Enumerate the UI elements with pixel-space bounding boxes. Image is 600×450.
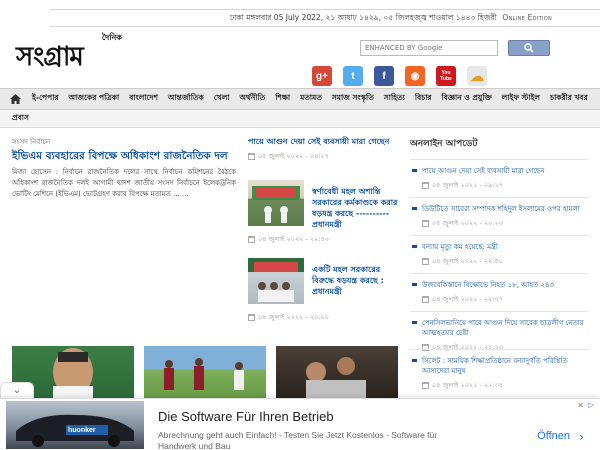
update-headline[interactable]: বন্যায় মৃত্যু কম হয়েছে: মন্ত্রী: [422, 242, 588, 252]
twitter-icon[interactable]: t: [343, 66, 363, 86]
ad-banner[interactable]: huonker Die Software Für Ihren Betrieb A…: [0, 398, 600, 450]
logo-main-text: সংগ্রাম: [16, 42, 84, 72]
story-thumbnail[interactable]: [248, 180, 304, 226]
update-headline[interactable]: ডিউটিতে সাবেরা সম্পাদক শহিদুল ইসলামের ওপ…: [422, 204, 588, 214]
nav-item[interactable]: খেলা: [214, 93, 230, 105]
bullet-icon: [412, 359, 417, 362]
current-date: ঢাকা মঙ্গলবার 05 July 2022, ২১ আষাঢ় ১৪২…: [230, 13, 497, 22]
nav-item[interactable]: শিক্ষা: [275, 93, 290, 105]
search-input[interactable]: [360, 40, 498, 56]
close-icon[interactable]: ✕: [577, 401, 584, 410]
update-date: ০৫ জুলাই ২০২২ - ২০:২৩: [422, 218, 588, 229]
site-search: [360, 40, 550, 56]
ad-open-button[interactable]: Öffnen: [537, 430, 570, 442]
mid-story: একটি মহল সরকারের বিরুদ্ধে ষড়যন্ত্র করছে…: [248, 258, 398, 328]
mid-top-headline[interactable]: পায়ে আগুন দেয়া সেই ব্যবসায়ী মারা গেছে…: [248, 136, 398, 147]
nav-item-probash[interactable]: প্রবাস: [12, 113, 29, 125]
calendar-icon: [422, 258, 429, 265]
social-icons: g+ t f ◉ You Tube ☁: [312, 66, 487, 86]
weather-icon[interactable]: ☁: [467, 66, 487, 86]
site-logo[interactable]: সংগ্রাম দৈনিক: [16, 32, 126, 72]
secondary-nav: প্রবাস: [0, 110, 600, 128]
lead-story: সংসদ নির্বাচন ইভিএম ব্যবহারের বিপক্ষে অধ…: [12, 136, 236, 200]
calendar-icon: [422, 382, 429, 389]
google-plus-icon[interactable]: g+: [312, 66, 332, 86]
ad-description: Abrechnung geht auch Einfach! - Testen S…: [158, 430, 438, 450]
chevron-right-icon[interactable]: ›: [579, 430, 584, 444]
logo-small-text: দৈনিক: [101, 33, 122, 42]
update-headline[interactable]: পেনসিলভানিয়ে পারে আগুন দিয়ে সাবেক ছাত্…: [422, 318, 588, 338]
update-date: ০৫ জুলাই ২০২২ - ০৯:২৭: [422, 180, 588, 191]
calendar-icon: [422, 296, 429, 303]
nav-item[interactable]: বিজ্ঞান ও প্রযুক্তি: [442, 93, 492, 105]
nav-item[interactable]: বিচার: [415, 93, 432, 105]
nav-item[interactable]: লাইফ স্টাইল: [502, 93, 540, 105]
search-icon: [524, 43, 534, 53]
update-date: ০৪ জুলাই ২০২২ - ২২:৩৪: [422, 380, 588, 391]
main-nav: ই-পেপার আজকের পত্রিকা বাংলাদেশ আন্তর্জাত…: [0, 88, 600, 110]
lead-headline[interactable]: ইভিএম ব্যবহারের বিপক্ষে অধিকাংশ রাজনৈতিক…: [12, 150, 236, 163]
ad-collapse-button[interactable]: ⌄: [0, 382, 34, 398]
online-edition-link[interactable]: Online Edition: [502, 13, 552, 22]
update-item: ডিউটিতে সাবেরা সম্পাদক শহিদুল ইসলামের ওপ…: [410, 197, 588, 235]
online-updates-heading: অনলাইন আপডেট: [410, 139, 478, 149]
nav-item[interactable]: ই-পেপার: [32, 93, 59, 105]
update-item: বন্যায় মৃত্যু কম হয়েছে: মন্ত্রী ০৪ জুলা…: [410, 235, 588, 273]
photo-strip: [12, 346, 398, 398]
bullet-icon: [412, 321, 417, 324]
calendar-icon: [422, 220, 429, 227]
photo-thumbnail[interactable]: [276, 346, 398, 398]
mid-story-date: ০৪ জুলাই ২০২২ - ২২:৪০: [248, 234, 329, 245]
chevron-down-icon: ⌄: [12, 385, 22, 396]
nav-item[interactable]: চাকরীর খবর: [550, 93, 588, 105]
nav-item[interactable]: সাহিত্য: [384, 93, 405, 105]
mid-story-headline[interactable]: একটি মহল সরকারের বিরুদ্ধে ষড়যন্ত্র করছে…: [312, 264, 402, 297]
story-thumbnail[interactable]: [248, 258, 304, 304]
mid-top-story: পায়ে আগুন দেয়া সেই ব্যবসায়ী মারা গেছে…: [248, 136, 398, 162]
nav-item[interactable]: অর্থনীতি: [239, 93, 265, 105]
ad-image[interactable]: huonker: [6, 401, 144, 449]
update-date: ০৪ জুলাই ২০২২ - ২২:৫০: [422, 256, 588, 267]
home-icon[interactable]: [10, 92, 24, 106]
nav-item[interactable]: মতামত: [300, 93, 322, 105]
date-bar: ঢাকা মঙ্গলবার 05 July 2022, ২১ আষাঢ় ১৪২…: [0, 0, 600, 32]
photo-thumbnail[interactable]: [144, 346, 266, 398]
calendar-icon: [248, 314, 255, 321]
mid-story-date: ০৪ জুলাই ২০২২ - ২০:২০: [248, 312, 329, 323]
facebook-icon[interactable]: f: [374, 66, 394, 86]
ad-title[interactable]: Die Software Für Ihren Betrieb: [158, 409, 334, 424]
nav-item[interactable]: আজকের পত্রিকা: [69, 93, 120, 105]
bullet-icon: [412, 169, 417, 172]
middle-column: পায়ে আগুন দেয়া সেই ব্যবসায়ী মারা গেছে…: [248, 136, 398, 321]
search-button[interactable]: [508, 40, 550, 56]
update-item: পায়ে আগুন দেয়া সেই ব্যবসায়ী মারা গেছে…: [410, 159, 588, 197]
rss-icon[interactable]: ◉: [405, 66, 425, 86]
online-updates: অনলাইন আপডেট পায়ে আগুন দেয়া সেই ব্যবসা…: [410, 136, 588, 389]
adchoices-icon[interactable]: ▷: [589, 401, 594, 409]
news-page: ঢাকা মঙ্গলবার 05 July 2022, ২১ আষাঢ় ১৪২…: [0, 0, 600, 450]
youtube-icon[interactable]: You Tube: [436, 66, 456, 86]
lead-summary: মিজা হোসেন : নির্বাচন রাজনৈতিক দলের সাথে…: [12, 168, 236, 198]
update-item: পেনসিলভানিয়ে পারে আগুন দিয়ে সাবেক ছাত্…: [410, 311, 588, 351]
mid-story: স্বর্ণাবেধী মহল অশান্তি সরকারের কর্মকাণ্…: [248, 180, 398, 250]
update-item: সিলেট : সাময়িক শিক্ষাপ্রতিষ্ঠানে বন্যাদ…: [410, 349, 588, 389]
nav-item[interactable]: আন্তর্জাতিক: [168, 93, 204, 105]
lead-kicker: সংসদ নির্বাচন: [12, 138, 51, 146]
bullet-icon: [412, 245, 417, 248]
update-headline[interactable]: উজবেকিস্তানে বিক্ষোভে নিহত ১৮, আহত ২৪৩: [422, 280, 588, 290]
calendar-icon: [248, 236, 255, 243]
calendar-icon: [422, 182, 429, 189]
nav-item[interactable]: সমাজ সংস্কৃতি: [332, 93, 374, 105]
bullet-icon: [412, 207, 417, 210]
mid-story-headline[interactable]: স্বর্ণাবেধী মহল অশান্তি সরকারের কর্মকাণ্…: [312, 186, 402, 230]
calendar-icon: [248, 153, 255, 160]
mid-top-date: ০৫ জুলাই ২০২২ - ০৯:২৭: [248, 151, 398, 162]
nav-item[interactable]: বাংলাদেশ: [129, 93, 158, 105]
update-date: ০৪ জুলাই ২০২২ - ২২:০৭: [422, 294, 588, 305]
ad-brand-text: huonker: [68, 427, 96, 434]
update-item: উজবেকিস্তানে বিক্ষোভে নিহত ১৮, আহত ২৪৩ ০৪…: [410, 273, 588, 311]
update-headline[interactable]: পায়ে আগুন দেয়া সেই ব্যবসায়ী মারা গেছে…: [422, 166, 588, 176]
update-headline[interactable]: সিলেট : সাময়িক শিক্ষাপ্রতিষ্ঠানে বন্যাদ…: [422, 356, 588, 376]
bullet-icon: [412, 283, 417, 286]
